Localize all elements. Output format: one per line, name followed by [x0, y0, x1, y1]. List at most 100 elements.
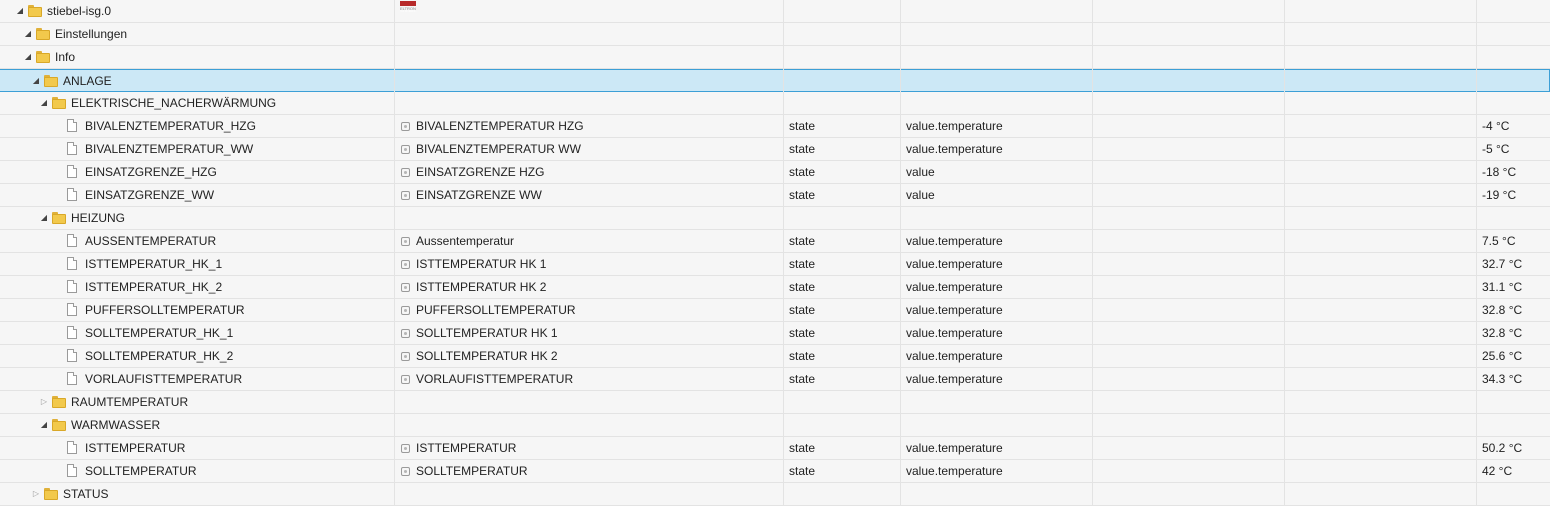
type-cell: state — [789, 188, 816, 202]
state-icon — [401, 122, 410, 131]
triangle-down-icon[interactable]: ◢ — [39, 207, 49, 229]
tree-row-state[interactable]: ISTTEMPERATUR_HK_2 ISTTEMPERATUR HK 2 stat… — [0, 276, 1550, 299]
triangle-right-icon[interactable]: ▷ — [31, 483, 41, 505]
value-cell[interactable]: -5 °C — [1477, 138, 1550, 160]
tree-row-folder[interactable]: ◢ ANLAGE — [0, 69, 1550, 92]
value-cell[interactable]: -4 °C — [1477, 115, 1550, 137]
role-cell: value.temperature — [906, 464, 1003, 478]
object-id-label: RAUMTEMPERATUR — [71, 395, 189, 409]
triangle-down-icon[interactable]: ◢ — [39, 92, 49, 114]
value-cell[interactable]: 31.1 °C — [1477, 276, 1550, 298]
tree-row-folder[interactable]: ▷ RAUMTEMPERATUR — [0, 391, 1550, 414]
state-icon — [401, 237, 410, 246]
file-icon — [67, 280, 77, 293]
file-icon — [67, 372, 77, 385]
object-id-label: Info — [55, 50, 76, 64]
file-icon — [67, 188, 77, 201]
column-divider — [783, 0, 784, 506]
role-cell: value.temperature — [906, 349, 1003, 363]
name-label: Aussentemperatur — [416, 234, 515, 248]
role-cell: value.temperature — [906, 372, 1003, 386]
name-cell: SOLLTEMPERATUR HK 2 — [395, 345, 783, 367]
triangle-down-icon[interactable]: ◢ — [15, 0, 25, 22]
name-label: SOLLTEMPERATUR HK 1 — [416, 326, 558, 340]
tree-row-folder[interactable]: ◢ stiebel-isg.0 STIEBEL ELTRON — [0, 0, 1550, 23]
tree-row-state[interactable]: EINSATZGRENZE_WW EINSATZGRENZE WW state val… — [0, 184, 1550, 207]
name-cell: EINSATZGRENZE HZG — [395, 161, 783, 183]
name-cell: PUFFERSOLLTEMPERATUR — [395, 299, 783, 321]
folder-icon — [52, 97, 66, 109]
tree-row-state[interactable]: AUSSENTEMPERATUR Aussentemperatur state val… — [0, 230, 1550, 253]
value-cell[interactable]: -19 °C — [1477, 184, 1550, 206]
folder-icon — [52, 419, 66, 431]
object-id-label: stiebel-isg.0 — [47, 4, 112, 18]
object-id-label: ISTTEMPERATUR_HK_1 — [85, 257, 223, 271]
value-cell[interactable]: 34.3 °C — [1477, 368, 1550, 390]
value-cell[interactable]: 50.2 °C — [1477, 437, 1550, 459]
folder-icon — [36, 51, 50, 63]
role-cell: value — [906, 165, 935, 179]
tree-row-folder[interactable]: ◢ HEIZUNG — [0, 207, 1550, 230]
value-cell[interactable]: 32.8 °C — [1477, 322, 1550, 344]
id-cell: ◢ Einstellungen — [0, 23, 394, 45]
role-cell: value.temperature — [906, 234, 1003, 248]
tree-row-folder[interactable]: ◢ ELEKTRISCHE_NACHERWÄRMUNG — [0, 92, 1550, 115]
id-cell: BIVALENZTEMPERATUR_HZG — [0, 115, 394, 137]
tree-row-folder[interactable]: ◢ Info — [0, 46, 1550, 69]
id-cell: ◢ HEIZUNG — [0, 207, 394, 229]
triangle-right-icon[interactable]: ▷ — [39, 391, 49, 413]
tree-row-state[interactable]: ISTTEMPERATUR_HK_1 ISTTEMPERATUR HK 1 stat… — [0, 253, 1550, 276]
name-cell: VORLAUFISTTEMPERATUR — [395, 368, 783, 390]
tree-row-state[interactable]: SOLLTEMPERATUR SOLLTEMPERATUR state value.t… — [0, 460, 1550, 483]
name-cell: EINSATZGRENZE WW — [395, 184, 783, 206]
folder-icon — [52, 396, 66, 408]
state-icon — [401, 375, 410, 384]
type-cell: state — [789, 280, 816, 294]
value-cell[interactable]: 7.5 °C — [1477, 230, 1550, 252]
file-icon — [67, 257, 77, 270]
triangle-down-icon[interactable]: ◢ — [23, 23, 33, 45]
tree-row-state[interactable]: VORLAUFISTTEMPERATUR VORLAUFISTTEMPERATUR… — [0, 368, 1550, 391]
tree-row-folder[interactable]: ◢ WARMWASSER — [0, 414, 1550, 437]
value-cell[interactable]: 32.8 °C — [1477, 299, 1550, 321]
file-icon — [67, 303, 77, 316]
name-label: SOLLTEMPERATUR HK 2 — [416, 349, 558, 363]
name-label: EINSATZGRENZE HZG — [416, 165, 545, 179]
type-cell: state — [789, 165, 816, 179]
name-label: ISTTEMPERATUR — [416, 441, 517, 455]
tree-row-state[interactable]: PUFFERSOLLTEMPERATUR PUFFERSOLLTEMPERATUR… — [0, 299, 1550, 322]
triangle-down-icon[interactable]: ◢ — [23, 46, 33, 68]
value-cell[interactable]: 25.6 °C — [1477, 345, 1550, 367]
name-label: VORLAUFISTTEMPERATUR — [416, 372, 574, 386]
tree-row-state[interactable]: BIVALENZTEMPERATUR_WW BIVALENZTEMPERATUR … — [0, 138, 1550, 161]
tree-row-state[interactable]: BIVALENZTEMPERATUR_HZG BIVALENZTEMPERATUR… — [0, 115, 1550, 138]
type-cell: state — [789, 441, 816, 455]
tree-row-state[interactable]: EINSATZGRENZE_HZG EINSATZGRENZE HZG state v… — [0, 161, 1550, 184]
role-cell: value.temperature — [906, 280, 1003, 294]
tree-row-folder[interactable]: ◢ Einstellungen — [0, 23, 1550, 46]
tree-row-state[interactable]: SOLLTEMPERATUR_HK_1 SOLLTEMPERATUR HK 1 st… — [0, 322, 1550, 345]
value-cell[interactable]: 32.7 °C — [1477, 253, 1550, 275]
tree-row-folder[interactable]: ▷ STATUS — [0, 483, 1550, 506]
state-icon — [401, 145, 410, 154]
adapter-logo-icon: STIEBEL ELTRON — [400, 1, 416, 13]
state-icon — [401, 444, 410, 453]
name-cell: BIVALENZTEMPERATUR HZG — [395, 115, 783, 137]
tree-row-state[interactable]: SOLLTEMPERATUR_HK_2 SOLLTEMPERATUR HK 2 st… — [0, 345, 1550, 368]
triangle-down-icon[interactable]: ◢ — [39, 414, 49, 436]
id-cell: ISTTEMPERATUR — [0, 437, 394, 459]
value-cell[interactable]: 42 °C — [1477, 460, 1550, 482]
id-cell: VORLAUFISTTEMPERATUR — [0, 368, 394, 390]
name-cell: ISTTEMPERATUR — [395, 437, 783, 459]
id-cell: AUSSENTEMPERATUR — [0, 230, 394, 252]
folder-icon — [28, 5, 42, 17]
object-id-label: Einstellungen — [55, 27, 128, 41]
folder-icon — [44, 488, 58, 500]
triangle-down-icon[interactable]: ◢ — [31, 70, 41, 92]
state-icon — [401, 168, 410, 177]
object-id-label: VORLAUFISTTEMPERATUR — [85, 372, 243, 386]
object-id-label: WARMWASSER — [71, 418, 161, 432]
tree-row-state[interactable]: ISTTEMPERATUR ISTTEMPERATUR state value.tem… — [0, 437, 1550, 460]
role-cell: value — [906, 188, 935, 202]
value-cell[interactable]: -18 °C — [1477, 161, 1550, 183]
